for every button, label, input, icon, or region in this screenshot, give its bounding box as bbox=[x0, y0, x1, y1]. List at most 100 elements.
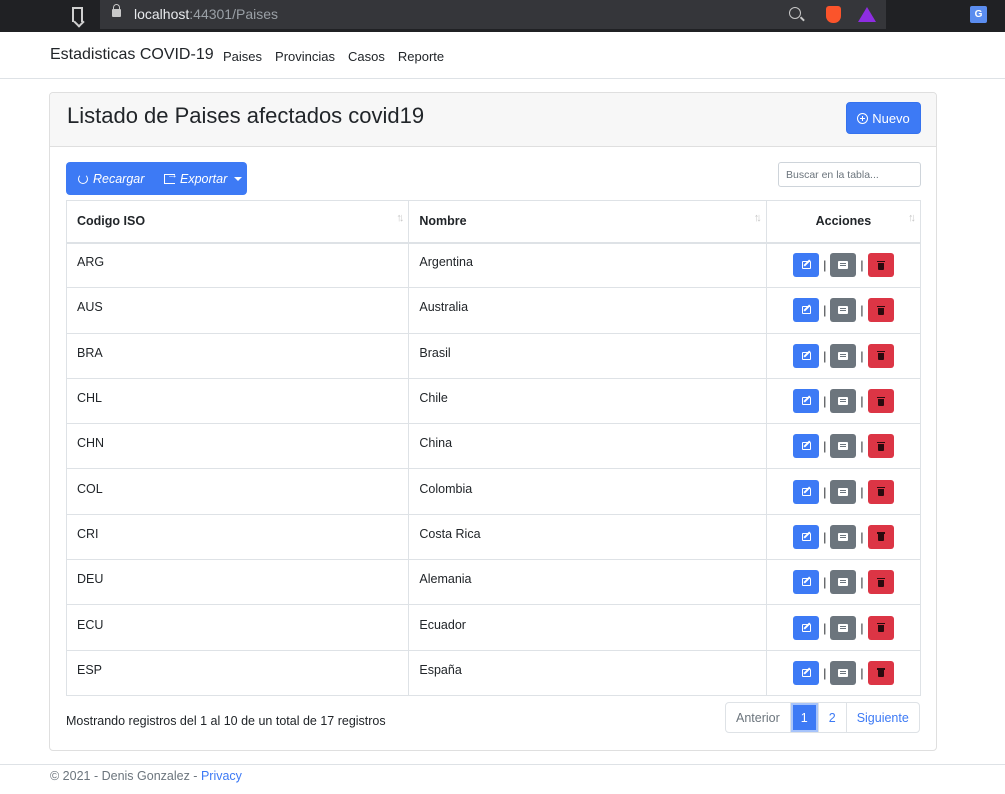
details-button[interactable] bbox=[830, 660, 857, 685]
details-button[interactable] bbox=[830, 524, 857, 549]
table-row: ESP España | | bbox=[65, 649, 922, 696]
navbar-brand[interactable]: Estadisticas COVID-19 bbox=[50, 46, 214, 64]
edit-icon bbox=[801, 623, 811, 632]
delete-button[interactable] bbox=[867, 298, 894, 323]
separator: | bbox=[860, 529, 864, 544]
trash-icon bbox=[876, 487, 885, 497]
table-toolbar: Recargar Exportar bbox=[66, 162, 247, 195]
cell-nombre: Chile bbox=[408, 377, 767, 425]
nav-link-reporte[interactable]: Reporte bbox=[398, 49, 444, 64]
details-button[interactable] bbox=[830, 570, 857, 595]
delete-button[interactable] bbox=[867, 389, 894, 414]
edit-icon bbox=[801, 487, 811, 496]
details-button[interactable] bbox=[830, 389, 857, 414]
export-dropdown-button[interactable]: Exportar bbox=[152, 162, 247, 195]
nav-link-provincias[interactable]: Provincias bbox=[275, 49, 335, 64]
edit-icon bbox=[801, 578, 811, 587]
lock-icon bbox=[112, 4, 121, 17]
edit-icon bbox=[801, 442, 811, 451]
table-row: COL Colombia | | bbox=[65, 468, 922, 515]
details-button[interactable] bbox=[830, 298, 857, 323]
brave-rewards-icon[interactable] bbox=[858, 7, 876, 22]
delete-button[interactable] bbox=[867, 570, 894, 595]
paises-table: Codigo ISO ↑↓ Nombre ↑↓ Acciones ↑↓ ARG Arge… bbox=[65, 200, 922, 696]
pagination: Anterior 1 2 Siguiente bbox=[725, 702, 920, 733]
details-button[interactable] bbox=[830, 479, 857, 504]
separator: | bbox=[823, 620, 827, 635]
edit-button[interactable] bbox=[793, 570, 820, 595]
cell-acciones: | | bbox=[765, 241, 922, 289]
cell-nombre: Brasil bbox=[408, 332, 767, 379]
pagination-next[interactable]: Siguiente bbox=[845, 703, 919, 732]
details-icon bbox=[838, 306, 849, 315]
table-info: Mostrando registros del 1 al 10 de un to… bbox=[66, 714, 386, 728]
edit-button[interactable] bbox=[793, 298, 820, 323]
table-row: ECU Ecuador | | bbox=[65, 604, 922, 651]
edit-button[interactable] bbox=[793, 660, 820, 685]
url-text[interactable]: localhost:44301/Paises bbox=[134, 6, 278, 22]
trash-icon bbox=[876, 668, 885, 678]
cell-acciones: | | bbox=[765, 513, 922, 561]
reload-label: Recargar bbox=[93, 171, 145, 186]
separator: | bbox=[860, 303, 864, 318]
translate-icon[interactable]: G bbox=[970, 6, 987, 23]
edit-button[interactable] bbox=[793, 253, 820, 278]
edit-button[interactable] bbox=[793, 479, 820, 504]
delete-button[interactable] bbox=[867, 660, 894, 685]
new-button[interactable]: Nuevo bbox=[846, 102, 921, 134]
delete-button[interactable] bbox=[867, 524, 894, 549]
privacy-link[interactable]: Privacy bbox=[201, 769, 242, 783]
edit-button[interactable] bbox=[793, 524, 820, 549]
nav-link-paises[interactable]: Paises bbox=[223, 49, 262, 64]
details-icon bbox=[838, 397, 849, 406]
bookmark-icon[interactable] bbox=[72, 7, 83, 22]
delete-button[interactable] bbox=[867, 434, 894, 459]
separator: | bbox=[860, 484, 864, 499]
delete-button[interactable] bbox=[867, 343, 894, 368]
edit-icon bbox=[801, 261, 811, 270]
trash-icon bbox=[876, 623, 885, 633]
cell-iso: ARG bbox=[65, 241, 410, 289]
edit-button[interactable] bbox=[793, 389, 820, 414]
details-button[interactable] bbox=[830, 434, 857, 459]
details-button[interactable] bbox=[830, 343, 857, 368]
trash-icon bbox=[876, 532, 885, 542]
separator: | bbox=[823, 484, 827, 499]
details-icon bbox=[838, 487, 849, 496]
column-header-iso[interactable]: Codigo ISO ↑↓ bbox=[65, 200, 410, 244]
delete-button[interactable] bbox=[867, 615, 894, 640]
browser-chrome: localhost:44301/Paises G bbox=[0, 0, 1005, 32]
cell-iso: CHL bbox=[65, 377, 410, 425]
delete-button[interactable] bbox=[867, 253, 894, 278]
edit-icon bbox=[801, 351, 811, 360]
edit-button[interactable] bbox=[793, 343, 820, 368]
pagination-previous[interactable]: Anterior bbox=[726, 703, 790, 732]
reload-button[interactable]: Recargar bbox=[66, 162, 152, 195]
separator: | bbox=[860, 348, 864, 363]
cell-acciones: | | bbox=[765, 468, 922, 515]
cell-iso: DEU bbox=[65, 559, 410, 606]
nav-link-casos[interactable]: Casos bbox=[348, 49, 385, 64]
edit-button[interactable] bbox=[793, 434, 820, 459]
cell-iso: ECU bbox=[65, 604, 410, 651]
brave-shield-icon[interactable] bbox=[826, 6, 841, 23]
trash-icon bbox=[876, 260, 885, 270]
edit-button[interactable] bbox=[793, 615, 820, 640]
table-search-input[interactable] bbox=[778, 162, 921, 187]
paises-card: Listado de Paises afectados covid19 Nuev… bbox=[49, 92, 937, 751]
cell-acciones: | | bbox=[765, 649, 922, 696]
trash-icon bbox=[876, 305, 885, 315]
address-bar[interactable]: localhost:44301/Paises bbox=[100, 0, 886, 29]
sort-icon: ↑↓ bbox=[908, 212, 916, 224]
details-button[interactable] bbox=[830, 253, 857, 278]
column-header-acciones[interactable]: Acciones ↑↓ bbox=[765, 200, 922, 244]
details-button[interactable] bbox=[830, 615, 857, 640]
nav-links: Paises Provincias Casos Reporte bbox=[223, 49, 444, 64]
pagination-page-1[interactable]: 1 bbox=[789, 703, 818, 732]
pagination-page-2[interactable]: 2 bbox=[817, 703, 846, 732]
zoom-icon[interactable] bbox=[789, 7, 801, 19]
footer-text: © 2021 - Denis Gonzalez - Privacy bbox=[50, 769, 242, 783]
column-header-nombre[interactable]: Nombre ↑↓ bbox=[408, 200, 767, 244]
cell-nombre: Colombia bbox=[408, 468, 767, 515]
delete-button[interactable] bbox=[867, 479, 894, 504]
